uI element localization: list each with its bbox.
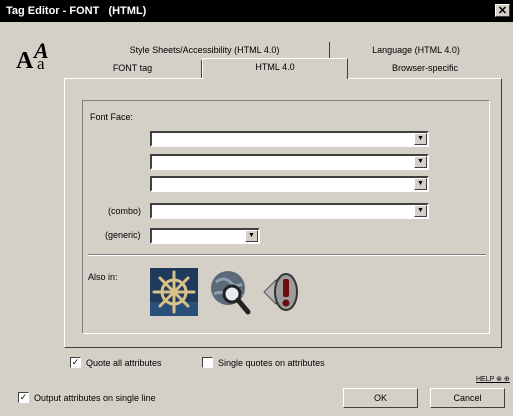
ship-wheel-icon[interactable] bbox=[150, 268, 198, 316]
generic-font-select[interactable]: ▼ bbox=[150, 228, 260, 244]
tab-html-4[interactable]: HTML 4.0 bbox=[202, 58, 348, 79]
tag-editor-window: Tag Editor - FONT (HTML) ✕ A A a Style S… bbox=[0, 0, 513, 416]
font-face-label: Font Face: bbox=[90, 112, 134, 122]
chevron-down-icon[interactable]: ▼ bbox=[414, 205, 427, 217]
font-face-combo-1[interactable]: ▼ bbox=[150, 131, 429, 147]
close-button[interactable]: ✕ bbox=[495, 4, 510, 17]
cancel-button[interactable]: Cancel bbox=[430, 388, 505, 408]
window-title: Tag Editor - FONT (HTML) bbox=[6, 5, 147, 17]
single-quotes-checkbox[interactable] bbox=[202, 357, 213, 368]
chevron-down-icon[interactable]: ▼ bbox=[414, 156, 427, 168]
ok-button[interactable]: OK bbox=[343, 388, 418, 408]
chevron-down-icon[interactable]: ▼ bbox=[414, 178, 427, 190]
quote-all-checkbox[interactable]: ✓ bbox=[70, 357, 81, 368]
chevron-down-icon[interactable]: ▼ bbox=[245, 230, 258, 242]
separator bbox=[88, 254, 486, 256]
help-button[interactable]: HELP ⊗ ⊕ bbox=[476, 375, 510, 383]
logo-letter-3: a bbox=[37, 54, 45, 73]
combo-font-select[interactable]: ▼ bbox=[150, 203, 429, 219]
font-tag-logo-icon: A A a bbox=[14, 38, 56, 78]
quote-all-label: Quote all attributes bbox=[86, 358, 162, 368]
info-icon[interactable] bbox=[262, 270, 300, 314]
globe-magnifier-icon[interactable] bbox=[208, 268, 252, 316]
also-in-label: Also in: bbox=[88, 272, 118, 282]
logo-letter-1: A bbox=[16, 48, 34, 74]
title-bar[interactable]: Tag Editor - FONT (HTML) ✕ bbox=[0, 0, 513, 22]
output-single-line-label: Output attributes on single line bbox=[34, 393, 156, 403]
font-face-combo-3[interactable]: ▼ bbox=[150, 176, 429, 192]
output-single-line-checkbox[interactable]: ✓ bbox=[18, 392, 29, 403]
tab-font-tag[interactable]: FONT tag bbox=[64, 60, 202, 78]
tab-language[interactable]: Language (HTML 4.0) bbox=[330, 42, 502, 60]
single-quotes-label: Single quotes on attributes bbox=[218, 358, 325, 368]
font-face-combo-2[interactable]: ▼ bbox=[150, 154, 429, 170]
chevron-down-icon[interactable]: ▼ bbox=[414, 133, 427, 145]
tab-browser-specific[interactable]: Browser-specific bbox=[348, 60, 502, 78]
combo-label: (combo) bbox=[108, 206, 142, 216]
generic-label: (generic) bbox=[105, 230, 141, 240]
